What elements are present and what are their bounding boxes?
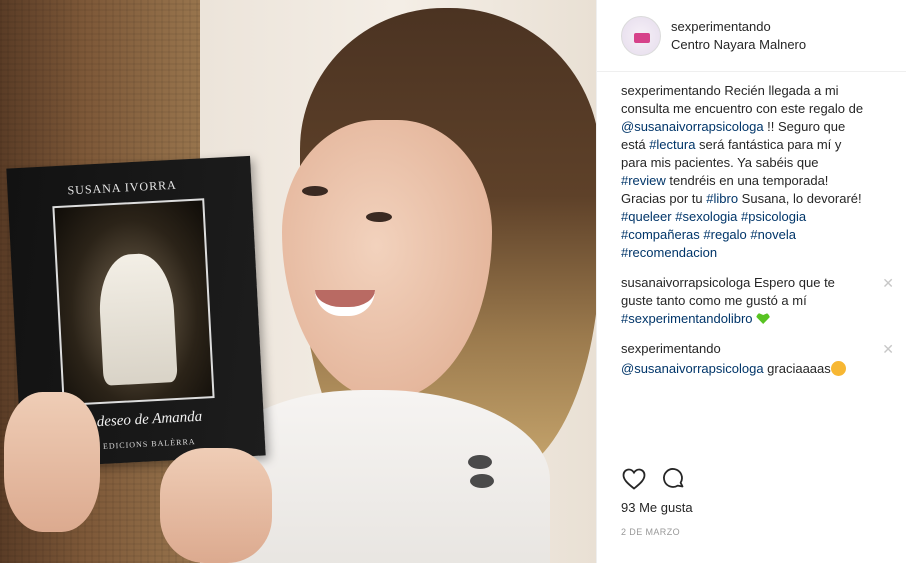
header-text: sexperimentando Centro Nayara Malnero bbox=[671, 18, 806, 54]
hashtag-link[interactable]: #compañeras bbox=[621, 227, 700, 242]
comment: sexperimentando @susanaivorrapsicologa g… bbox=[621, 340, 894, 378]
book-figure bbox=[97, 252, 178, 386]
avatar[interactable] bbox=[621, 15, 661, 56]
caption-text: Recién llegada a mi consulta me encuentr… bbox=[621, 83, 863, 260]
heart-icon bbox=[622, 468, 646, 490]
caption: sexperimentando Recién llegada a mi cons… bbox=[621, 82, 882, 262]
hashtag-link[interactable]: #sexperimentandolibro bbox=[621, 311, 753, 326]
close-icon[interactable]: ✕ bbox=[882, 340, 894, 358]
person-eye bbox=[366, 212, 392, 222]
post-sidebar: sexperimentando Centro Nayara Malnero se… bbox=[596, 0, 906, 563]
person-hand bbox=[4, 392, 100, 532]
caption-fragment: tendréis en una temporada! bbox=[665, 173, 829, 188]
mention-link[interactable]: @susanaivorrapsicologa bbox=[621, 361, 764, 376]
sweater-button bbox=[470, 474, 494, 488]
instagram-post: SUSANA IVORRA El deseo de Amanda EDICION… bbox=[0, 0, 906, 563]
comment-username[interactable]: sexperimentando bbox=[621, 341, 721, 356]
caption-username[interactable]: sexperimentando bbox=[621, 83, 721, 98]
comments-list: sexperimentando Recién llegada a mi cons… bbox=[597, 72, 906, 436]
comment-icon bbox=[663, 468, 684, 488]
hashtag-link[interactable]: #regalo bbox=[703, 227, 746, 242]
hashtag-link[interactable]: #novela bbox=[750, 227, 796, 242]
sweater-button bbox=[468, 455, 492, 469]
post-date: 2 DE MARZO bbox=[621, 527, 681, 537]
comment: susanaivorrapsicologa Espero que te gust… bbox=[621, 274, 894, 328]
hashtag-link[interactable]: #review bbox=[621, 173, 666, 188]
comment-button[interactable] bbox=[661, 466, 687, 492]
likes-count[interactable]: 93 Me gusta bbox=[621, 500, 693, 515]
action-bar bbox=[621, 466, 687, 492]
book-author: SUSANA IVORRA bbox=[67, 177, 178, 198]
person-eye bbox=[302, 186, 328, 196]
username-link[interactable]: sexperimentando bbox=[671, 18, 806, 36]
hashtag-link[interactable]: #libro bbox=[706, 191, 738, 206]
close-icon[interactable]: ✕ bbox=[882, 274, 894, 292]
hashtag-link[interactable]: #recomendacion bbox=[621, 245, 717, 260]
hashtag-link[interactable]: #lectura bbox=[649, 137, 695, 152]
person-hand bbox=[160, 448, 272, 563]
green-heart-icon bbox=[756, 312, 771, 324]
kissing-face-icon bbox=[830, 361, 846, 376]
location-link[interactable]: Centro Nayara Malnero bbox=[671, 36, 806, 54]
like-button[interactable] bbox=[621, 466, 647, 492]
comment-username[interactable]: susanaivorrapsicologa bbox=[621, 275, 750, 290]
book-publisher: EDICIONS BALÈRRA bbox=[102, 437, 196, 451]
caption-fragment: Gracias por tu bbox=[621, 191, 707, 206]
hashtag-link[interactable]: #sexologia bbox=[675, 209, 737, 224]
caption-fragment: Susana, lo devoraré! bbox=[738, 191, 862, 206]
post-photo[interactable]: SUSANA IVORRA El deseo de Amanda EDICION… bbox=[0, 0, 596, 563]
post-header: sexperimentando Centro Nayara Malnero bbox=[597, 0, 906, 72]
hashtag-link[interactable]: #queleer bbox=[621, 209, 672, 224]
comment-text: graciaaaas bbox=[763, 361, 831, 376]
hashtag-link[interactable]: @susanaivorrapsicologa bbox=[621, 119, 764, 134]
hashtag-link[interactable]: #psicologia bbox=[741, 209, 806, 224]
book-artwork bbox=[52, 198, 215, 406]
